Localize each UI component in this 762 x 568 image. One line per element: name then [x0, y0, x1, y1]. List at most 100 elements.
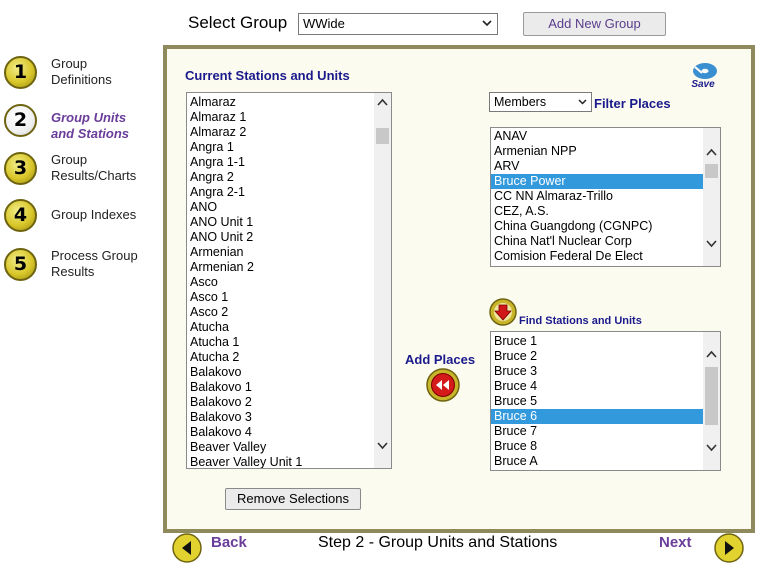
station-list-item[interactable]: Balakovo 1 [187, 380, 391, 395]
filter-place-item[interactable]: Comision Federal De Elect [491, 249, 703, 264]
station-list-item[interactable]: Atucha 1 [187, 335, 391, 350]
scroll-down-icon[interactable] [377, 442, 388, 450]
scroll-down-icon[interactable] [706, 444, 717, 452]
station-list-item[interactable]: Atucha [187, 320, 391, 335]
station-list-item[interactable]: Almaraz [187, 95, 391, 110]
scroll-up-icon[interactable] [377, 98, 388, 106]
nav-step-label: Group [51, 56, 88, 71]
filter-list-scrollbar[interactable] [703, 128, 720, 266]
found-station-item[interactable]: Bruce 3 [491, 364, 703, 379]
filter-places-listbox[interactable]: ANAV Armenian NPP ARV Bruce Power CC NN Alma… [490, 127, 721, 267]
nav-step-label: Group [51, 152, 88, 167]
group-select[interactable]: WWide [298, 13, 498, 35]
right-arrow-icon[interactable] [714, 533, 744, 563]
step-3-icon: 3 [4, 152, 37, 185]
nav-step-group-definitions[interactable]: 1 Group Definitions [4, 56, 159, 96]
current-stations-title: Current Stations and Units [185, 68, 350, 83]
found-station-item[interactable]: Bruce 6 [491, 409, 703, 424]
scroll-up-icon[interactable] [706, 350, 717, 358]
filter-place-item[interactable]: China Guangdong (CGNPC) [491, 219, 703, 234]
current-stations-listbox[interactable]: Almaraz Almaraz 1 Almaraz 2 Angra 1 Angra 1-… [186, 92, 392, 469]
find-stations-listbox[interactable]: Bruce 1 Bruce 2 Bruce 3 Bruce 4 Bruce 5 Bruce… [490, 331, 721, 471]
station-list-item[interactable]: Angra 2-1 [187, 185, 391, 200]
nav-step-group-units-stations[interactable]: 2 Group Units and Stations [4, 104, 159, 144]
station-list-item[interactable]: Almaraz 2 [187, 125, 391, 140]
station-list-item[interactable]: Balakovo 4 [187, 425, 391, 440]
station-list-item[interactable]: Armenian [187, 245, 391, 260]
filter-place-item[interactable]: Armenian NPP [491, 144, 703, 159]
next-button[interactable]: Next [659, 534, 692, 551]
add-places-label: Add Places [405, 352, 476, 367]
step-1-icon: 1 [4, 56, 37, 89]
found-station-item[interactable]: Bruce A [491, 454, 703, 469]
current-stations-items: Almaraz Almaraz 1 Almaraz 2 Angra 1 Angra 1-… [187, 93, 391, 468]
station-list-item[interactable]: Beaver Valley Unit 1 [187, 455, 391, 468]
scroll-thumb[interactable] [705, 367, 718, 425]
find-list-scrollbar[interactable] [703, 332, 720, 470]
nav-step-label: Definitions [51, 72, 112, 87]
step-5-icon: 5 [4, 248, 37, 281]
select-group-label: Select Group [188, 13, 288, 32]
nav-step-process-group-results[interactable]: 5 Process Group Results [4, 248, 159, 288]
filter-place-item[interactable]: CEZ, A.S. [491, 204, 703, 219]
station-list-item[interactable]: ANO [187, 200, 391, 215]
nav-step-label: Group Indexes [51, 207, 137, 222]
add-new-group-button[interactable]: Add New Group [523, 12, 666, 36]
filter-places-label: Filter Places [594, 96, 671, 111]
chevron-down-icon [482, 20, 492, 27]
station-list-item[interactable]: Asco 1 [187, 290, 391, 305]
found-station-item[interactable]: Bruce 1 [491, 334, 703, 349]
scroll-down-icon[interactable] [706, 240, 717, 248]
scroll-up-icon[interactable] [706, 148, 717, 156]
left-arrow-icon[interactable] [172, 533, 202, 563]
scroll-thumb[interactable] [705, 164, 718, 178]
found-station-item[interactable]: Bruce 4 [491, 379, 703, 394]
found-station-item[interactable]: Bruce 8 [491, 439, 703, 454]
remove-selections-button[interactable]: Remove Selections [225, 488, 361, 510]
nav-step-label: Results [51, 264, 95, 279]
station-list-item[interactable]: Asco 2 [187, 305, 391, 320]
station-list-item[interactable]: ANO Unit 2 [187, 230, 391, 245]
station-list-item[interactable]: Angra 1 [187, 140, 391, 155]
station-list-item[interactable]: ANO Unit 1 [187, 215, 391, 230]
station-list-item[interactable]: Balakovo 2 [187, 395, 391, 410]
group-select-value: WWide [303, 16, 345, 31]
nav-step-label: Process Group [51, 248, 138, 263]
back-button[interactable]: Back [211, 534, 247, 551]
nav-step-label: Group Units [51, 110, 127, 125]
filter-place-item[interactable]: CC NN Almaraz-Trillo [491, 189, 703, 204]
filter-place-item[interactable]: ANAV [491, 129, 703, 144]
step-title: Step 2 - Group Units and Stations [318, 534, 558, 551]
station-list-item[interactable]: Balakovo 3 [187, 410, 391, 425]
found-station-item[interactable]: Bruce 2 [491, 349, 703, 364]
nav-step-label: and Stations [51, 126, 130, 141]
station-list-item[interactable]: Beaver Valley [187, 440, 391, 455]
nav-step-group-indexes[interactable]: 4 Group Indexes [4, 199, 159, 239]
found-station-item[interactable]: Bruce 5 [491, 394, 703, 409]
filter-place-item[interactable]: China Nat'l Nuclear Corp [491, 234, 703, 249]
red-rewind-icon[interactable] [426, 368, 460, 402]
nav-step-label: Results/Charts [51, 168, 137, 183]
current-list-scrollbar[interactable] [374, 93, 391, 468]
find-stations-label: Find Stations and Units [519, 315, 642, 327]
save-disk-icon[interactable]: Save [686, 60, 720, 90]
step-4-icon: 4 [4, 199, 37, 232]
filter-places-items: ANAV Armenian NPP ARV Bruce Power CC NN Alma… [491, 128, 703, 264]
station-list-item[interactable]: Almaraz 1 [187, 110, 391, 125]
found-station-item[interactable]: Bruce 7 [491, 424, 703, 439]
station-list-item[interactable]: Angra 1-1 [187, 155, 391, 170]
red-down-arrow-icon[interactable] [489, 298, 519, 326]
scroll-thumb[interactable] [376, 128, 389, 144]
filter-place-item[interactable]: ARV [491, 159, 703, 174]
save-label: Save [691, 79, 715, 90]
members-select-value: Members [494, 95, 547, 109]
station-list-item[interactable]: Atucha 2 [187, 350, 391, 365]
station-list-item[interactable]: Asco [187, 275, 391, 290]
station-list-item[interactable]: Armenian 2 [187, 260, 391, 275]
station-list-item[interactable]: Angra 2 [187, 170, 391, 185]
members-select[interactable]: Members [489, 92, 592, 112]
find-stations-items: Bruce 1 Bruce 2 Bruce 3 Bruce 4 Bruce 5 Bruce… [491, 332, 703, 469]
nav-step-group-results-charts[interactable]: 3 Group Results/Charts [4, 152, 159, 192]
filter-place-item[interactable]: Bruce Power [491, 174, 703, 189]
station-list-item[interactable]: Balakovo [187, 365, 391, 380]
